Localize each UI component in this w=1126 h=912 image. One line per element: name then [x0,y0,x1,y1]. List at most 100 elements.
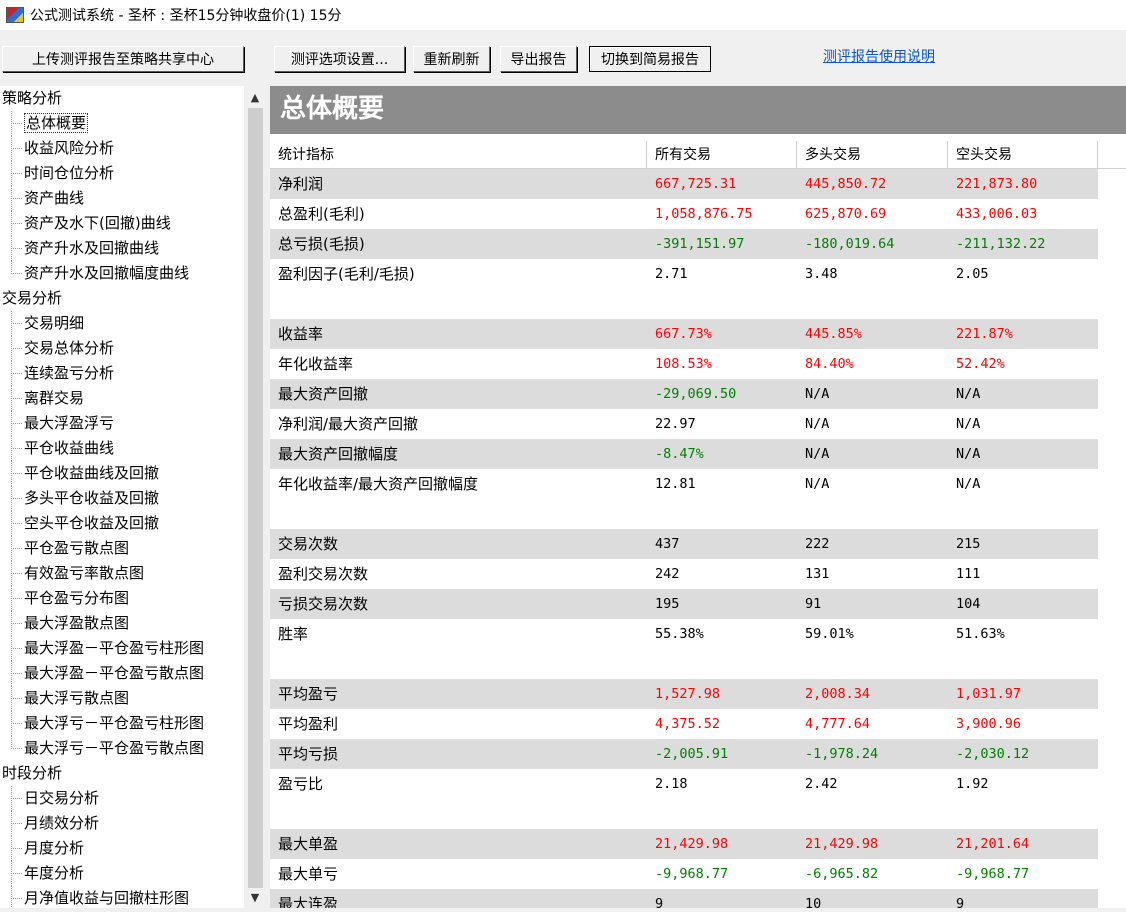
tree-item[interactable]: 交易总体分析 [0,336,244,361]
export-report-button[interactable]: 导出报告 [500,46,577,72]
upload-report-button[interactable]: 上传测评报告至策略共享中心 [2,46,244,72]
tree-item[interactable]: 最大浮盈－平仓盈亏散点图 [0,661,244,686]
table-row: 总盈利(毛利) 1,058,876.75 625,870.69 433,006.03 [270,199,1098,229]
table-row: 年化收益率/最大资产回撤幅度 12.81 N/A N/A [270,469,1098,499]
metric-value: 625,870.69 [805,206,887,222]
column-header[interactable]: 空头交易 [948,141,1098,169]
tree-label: 最大浮盈浮亏 [24,414,115,432]
metric-value: 221,873.80 [956,176,1038,192]
metric-value: 52.42% [956,356,1005,372]
tree-item[interactable]: 最大浮盈－平仓盈亏柱形图 [0,636,244,661]
tree-item[interactable]: 多头平仓收益及回撤 [0,486,244,511]
tree-item[interactable]: 年度分析 [0,861,244,886]
tree-category[interactable]: 策略分析 [0,86,244,111]
tree-label: 连续盈亏分析 [24,364,115,382]
tree-category[interactable]: 交易分析 [0,286,244,311]
tree-item[interactable]: 平仓收益曲线 [0,436,244,461]
tree-item[interactable]: 连续盈亏分析 [0,361,244,386]
metric-value: 111 [956,566,981,582]
metric-value: -211,132.22 [956,236,1046,252]
metric-value: 2,008.34 [805,686,871,702]
grid-header: 统计指标 所有交易 多头交易 空头交易 [270,141,1126,169]
metric-value [647,649,797,679]
tree-item[interactable]: 月绩效分析 [0,811,244,836]
tree-item[interactable]: 收益风险分析 [0,136,244,161]
tree-item[interactable]: 最大浮盈散点图 [0,611,244,636]
tree-item[interactable]: 最大浮亏－平仓盈亏散点图 [0,736,244,761]
metric-value: N/A [956,476,981,492]
metric-value [647,799,797,829]
metric-label: 亏损交易次数 [278,595,369,613]
tree-item[interactable]: 平仓收益曲线及回撤 [0,461,244,486]
metric-value [797,499,948,529]
tree-item[interactable]: 空头平仓收益及回撤 [0,511,244,536]
tree-label: 时间仓位分析 [24,164,115,182]
scroll-down-icon[interactable]: ▼ [244,886,266,908]
table-row [270,499,1098,529]
column-header[interactable]: 多头交易 [797,141,948,169]
metric-value: N/A [805,416,830,432]
tree-item[interactable]: 平仓盈亏分布图 [0,586,244,611]
tree-item[interactable]: 资产升水及回撤幅度曲线 [0,261,244,286]
refresh-button[interactable]: 重新刷新 [413,46,490,72]
tree-item[interactable]: 月度分析 [0,836,244,861]
metric-label: 最大单盈 [278,835,339,853]
tree-label: 平仓盈亏散点图 [24,539,130,557]
tree-label: 月净值收益与回撤柱形图 [24,889,190,907]
table-row: 净利润/最大资产回撤 22.97 N/A N/A [270,409,1098,439]
window-title: 公式测试系统 - 圣杯 : 圣杯15分钟收盘价(1) 15分 [30,8,342,24]
tree-label: 收益风险分析 [24,139,115,157]
tree-item[interactable]: 交易明细 [0,311,244,336]
tree-item[interactable]: 时间仓位分析 [0,161,244,186]
metric-value [797,799,948,829]
metric-label [270,289,647,319]
tree-label: 资产升水及回撤曲线 [24,239,160,257]
report-help-link[interactable]: 测评报告使用说明 [823,46,935,66]
scrollbar-thumb[interactable] [248,108,263,888]
tree-label: 年度分析 [24,864,85,882]
metric-value: 84.40% [805,356,854,372]
table-row: 亏损交易次数 195 91 104 [270,589,1098,619]
tree-item[interactable]: 有效盈亏率散点图 [0,561,244,586]
tree-item[interactable]: 最大浮亏－平仓盈亏柱形图 [0,711,244,736]
metric-value [647,289,797,319]
metric-value: 2.71 [655,266,688,282]
metric-value: N/A [805,446,830,462]
tree-item[interactable]: 总体概要 [0,111,244,136]
scroll-up-icon[interactable]: ▲ [244,86,266,108]
metric-value: 242 [655,566,680,582]
report-panel: 总体概要 统计指标 所有交易 多头交易 空头交易 净利润 667,725.31 44… [270,86,1126,912]
metric-value: 22.97 [655,416,696,432]
switch-simple-report-button[interactable]: 切换到简易报告 [589,46,711,72]
tree-item[interactable]: 离群交易 [0,386,244,411]
tree-item[interactable]: 资产升水及回撤曲线 [0,236,244,261]
tree-label: 日交易分析 [24,789,100,807]
metric-value: N/A [805,476,830,492]
tree-category[interactable]: 时段分析 [0,761,244,786]
tree-item[interactable]: 日交易分析 [0,786,244,811]
summary-grid: 统计指标 所有交易 多头交易 空头交易 净利润 667,725.31 445,850… [270,141,1126,912]
report-title: 总体概要 [270,86,1126,134]
tree-scrollbar[interactable]: ▲ ▼ [244,86,266,912]
tree-item[interactable]: 资产及水下(回撤)曲线 [0,211,244,236]
evaluation-settings-button[interactable]: 测评选项设置... [274,46,405,72]
metric-value: 131 [805,566,830,582]
column-header[interactable]: 统计指标 [270,141,647,169]
tree-item[interactable]: 最大浮亏散点图 [0,686,244,711]
tree-label: 最大浮盈散点图 [24,614,130,632]
metric-label: 平均盈亏 [278,685,339,703]
metric-value: 215 [956,536,981,552]
metric-value: -8.47% [655,446,704,462]
tree-item[interactable]: 最大浮盈浮亏 [0,411,244,436]
tree-label: 策略分析 [2,89,63,107]
metric-value: 51.63% [956,626,1005,642]
tree-item[interactable]: 资产曲线 [0,186,244,211]
tree-label: 最大浮盈－平仓盈亏散点图 [24,664,205,682]
column-header[interactable]: 所有交易 [647,141,797,169]
tree-label: 时段分析 [2,764,63,782]
tree-list: 策略分析 总体概要 收益风险分析 时间仓位分析 资产曲线 资产及水下(回撤)曲线 资产升水及… [0,86,244,911]
metric-value [948,499,1098,529]
metric-label: 盈利因子(毛利/毛损) [278,265,415,283]
metric-label: 盈亏比 [278,775,324,793]
tree-item[interactable]: 平仓盈亏散点图 [0,536,244,561]
